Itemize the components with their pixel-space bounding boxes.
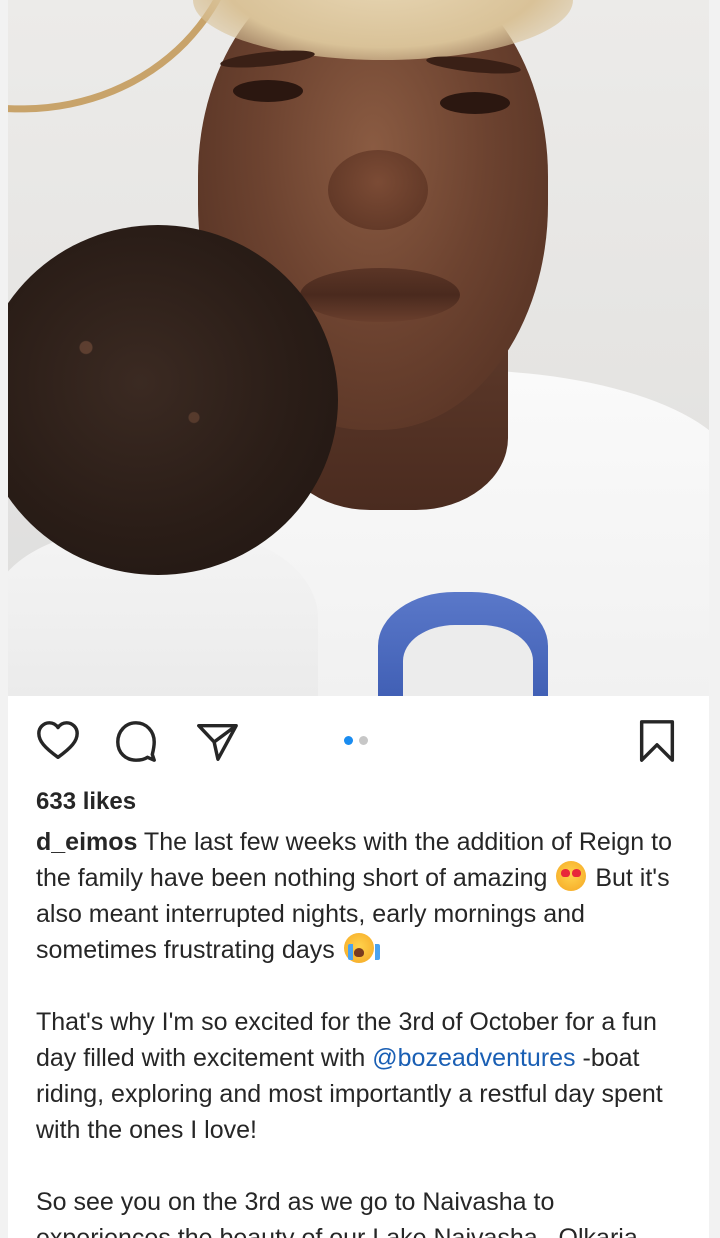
post-card: 633 likes d_eimos The last few weeks wit… — [8, 0, 709, 1238]
caption-text: So see you on the 3rd as we go to Naivas… — [36, 1188, 638, 1238]
save-button[interactable] — [634, 718, 680, 764]
caption-username[interactable]: d_eimos — [36, 828, 137, 856]
post-photo[interactable] — [8, 0, 709, 696]
paper-plane-icon — [197, 723, 238, 761]
mention-link[interactable]: @bozeadventures — [372, 1044, 575, 1072]
loudly-crying-emoji-icon — [343, 933, 380, 963]
share-button[interactable] — [194, 718, 240, 764]
photo-eye-left — [233, 80, 303, 102]
carousel-indicator — [344, 736, 368, 745]
caption-paragraph-2: That's why I'm so excited for the 3rd of… — [36, 1004, 686, 1148]
like-button[interactable] — [35, 718, 81, 764]
photo-lips — [300, 268, 460, 322]
photo-nose — [328, 150, 428, 230]
post-caption: d_eimos The last few weeks with the addi… — [36, 824, 686, 1238]
carousel-dot-2 — [359, 736, 368, 745]
photo-sleeve-inner — [403, 625, 533, 696]
carousel-dot-1 — [344, 736, 353, 745]
photo-eye-right — [440, 92, 510, 114]
comment-button[interactable] — [113, 718, 159, 764]
likes-count[interactable]: 633 likes — [36, 788, 136, 816]
bookmark-icon — [639, 720, 675, 762]
post-action-bar — [8, 696, 709, 786]
caption-paragraph-3: So see you on the 3rd as we go to Naivas… — [36, 1184, 686, 1238]
heart-eyes-emoji-icon — [556, 861, 587, 891]
comment-bubble-icon — [116, 721, 156, 762]
heart-outline-icon — [37, 721, 79, 760]
caption-paragraph-1: d_eimos The last few weeks with the addi… — [36, 824, 686, 968]
